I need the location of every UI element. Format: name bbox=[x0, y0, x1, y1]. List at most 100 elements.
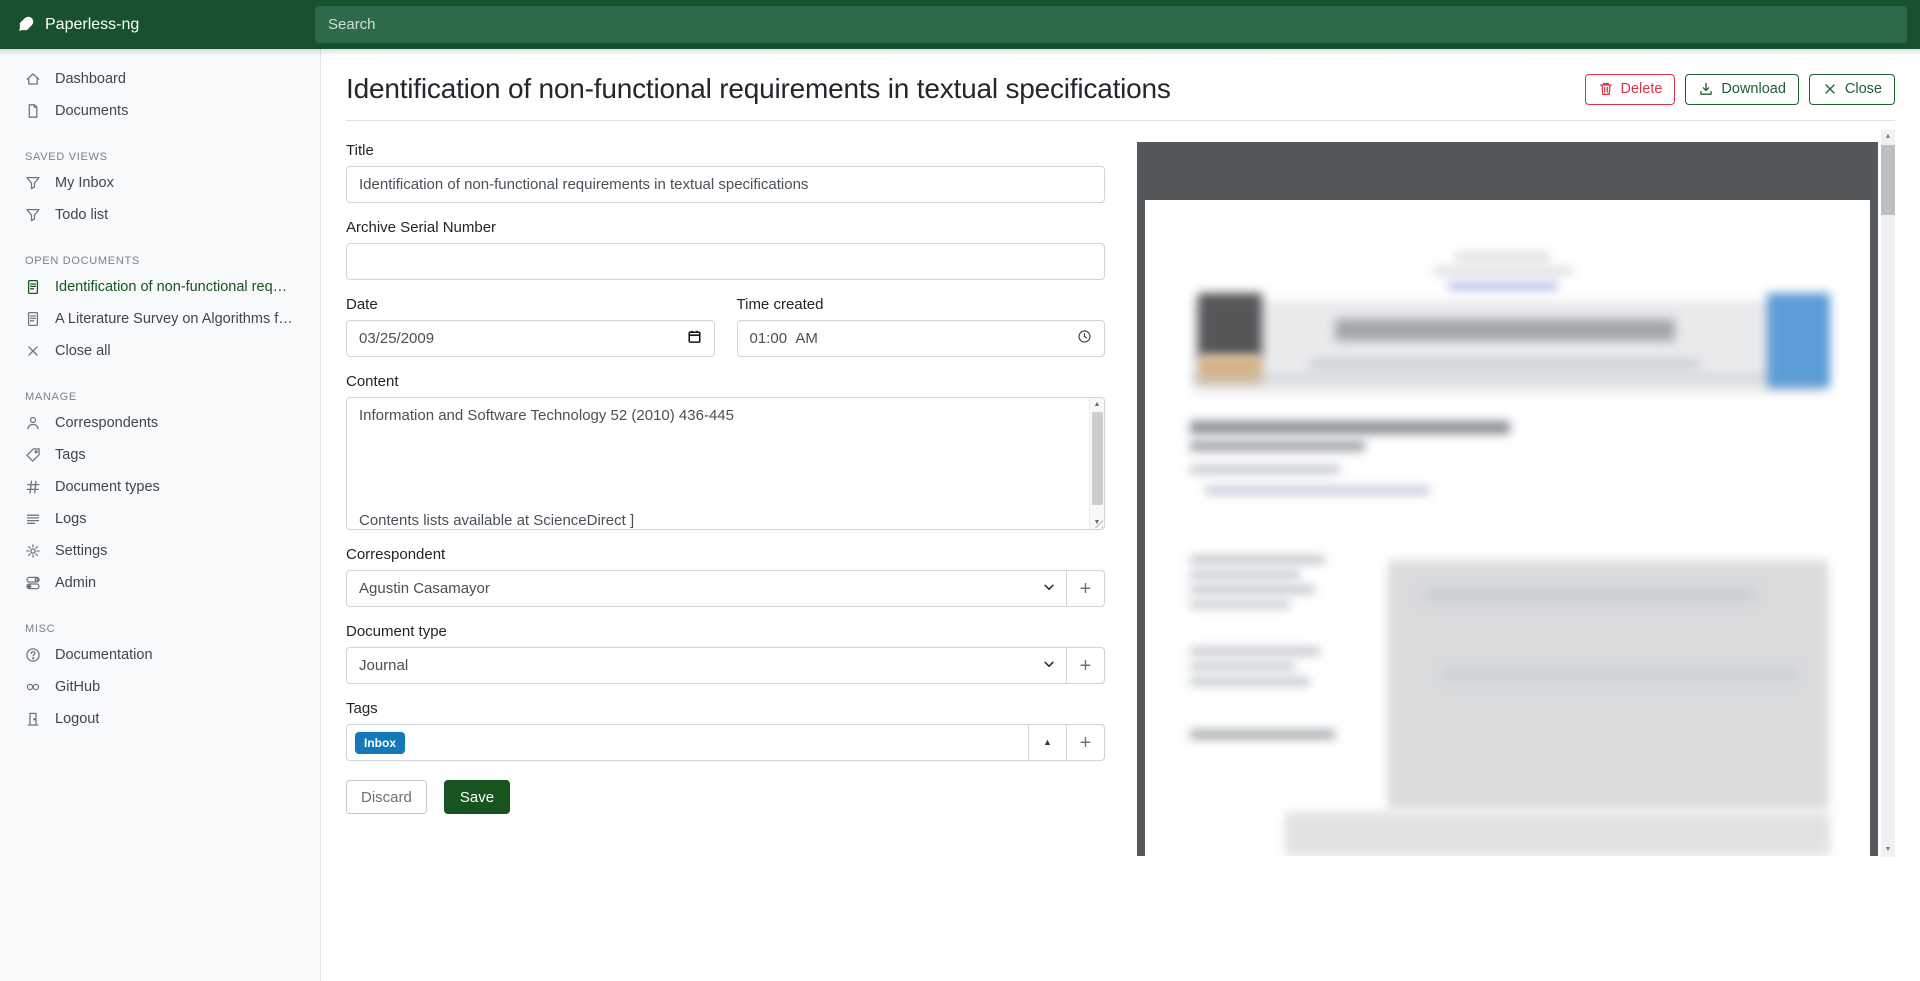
sidebar-item-label: Settings bbox=[55, 543, 107, 559]
add-correspondent-button[interactable]: + bbox=[1066, 570, 1105, 607]
section-title: MISC bbox=[25, 623, 295, 635]
document-preview: ▲ ▼ bbox=[1137, 142, 1895, 869]
sidebar-item-github[interactable]: GitHub bbox=[0, 671, 320, 703]
tags-collapse-button[interactable]: ▲ bbox=[1028, 724, 1067, 761]
scroll-up-icon[interactable]: ▲ bbox=[1885, 130, 1892, 144]
clock-icon[interactable] bbox=[1077, 329, 1092, 348]
correspondent-value: Agustin Casamayor bbox=[359, 580, 490, 597]
scroll-down-icon[interactable]: ▼ bbox=[1885, 843, 1892, 857]
sidebar-item-label: Close all bbox=[55, 343, 111, 359]
tags-label: Tags bbox=[346, 700, 1105, 717]
sidebar-item-label: My Inbox bbox=[55, 175, 114, 191]
blurred-journal-title bbox=[1335, 319, 1675, 341]
tags-input[interactable]: Inbox bbox=[346, 724, 1029, 761]
pdf-viewer-frame bbox=[1137, 142, 1878, 856]
date-input[interactable]: 03/25/2009 bbox=[346, 320, 715, 357]
sidebar-item-a-literature-survey-on-algorithms-for-mu[interactable]: A Literature Survey on Algorithms for Mu… bbox=[0, 303, 320, 335]
time-created-label: Time created bbox=[737, 296, 1106, 313]
date-label: Date bbox=[346, 296, 715, 313]
blurred-text bbox=[1190, 586, 1315, 593]
blurred-text bbox=[1190, 556, 1325, 563]
brand[interactable]: Paperless-ng bbox=[0, 16, 315, 34]
tag-icon bbox=[25, 447, 41, 463]
sidebar-item-label: Admin bbox=[55, 575, 96, 591]
button-label: Delete bbox=[1621, 81, 1663, 97]
link-icon bbox=[25, 679, 41, 695]
add-tag-button[interactable]: + bbox=[1066, 724, 1105, 761]
pdf-page bbox=[1145, 200, 1870, 856]
blurred-journal-logo bbox=[1767, 293, 1830, 388]
content-textarea[interactable]: Information and Software Technology 52 (… bbox=[346, 397, 1105, 530]
sidebar-item-logout[interactable]: Logout bbox=[0, 703, 320, 735]
download-button[interactable]: Download bbox=[1685, 74, 1799, 105]
plus-icon: + bbox=[1080, 579, 1092, 599]
sidebar-item-identification-of-non-functional-requirem[interactable]: Identification of non-functional require… bbox=[0, 271, 320, 303]
sidebar-item-dashboard[interactable]: Dashboard bbox=[0, 63, 320, 95]
content-scrollbar[interactable]: ▲ ▼ bbox=[1089, 398, 1104, 529]
gear-icon bbox=[25, 543, 41, 559]
content-label: Content bbox=[346, 373, 1105, 390]
main-content: Identification of non-functional require… bbox=[321, 49, 1920, 981]
calendar-icon[interactable] bbox=[687, 329, 702, 348]
delete-button[interactable]: Delete bbox=[1585, 74, 1676, 105]
sidebar-item-documents[interactable]: Documents bbox=[0, 95, 320, 127]
caret-up-icon: ▲ bbox=[1043, 738, 1052, 747]
plus-icon: + bbox=[1080, 656, 1092, 676]
correspondent-label: Correspondent bbox=[346, 546, 1105, 563]
sidebar-item-label: Documents bbox=[55, 103, 128, 119]
search-input[interactable] bbox=[315, 6, 1907, 43]
sidebar-item-label: Identification of non-functional require… bbox=[55, 279, 295, 295]
question-circle-icon bbox=[25, 647, 41, 663]
sidebar-item-documentation[interactable]: Documentation bbox=[0, 639, 320, 671]
asn-input[interactable] bbox=[346, 243, 1105, 280]
sidebar-item-admin[interactable]: Admin bbox=[0, 567, 320, 599]
sidebar-item-settings[interactable]: Settings bbox=[0, 535, 320, 567]
correspondent-select[interactable]: Agustin Casamayor bbox=[346, 570, 1067, 607]
sidebar-item-label: Correspondents bbox=[55, 415, 158, 431]
toggles-icon bbox=[25, 575, 41, 591]
page-title: Identification of non-functional require… bbox=[346, 73, 1171, 105]
sidebar-item-todo-list[interactable]: Todo list bbox=[0, 199, 320, 231]
sidebar-item-label: Document types bbox=[55, 479, 160, 495]
brand-name: Paperless-ng bbox=[45, 16, 139, 34]
sidebar-item-label: Documentation bbox=[55, 647, 153, 663]
file-text-icon bbox=[25, 311, 41, 327]
scroll-up-icon[interactable]: ▲ bbox=[1094, 398, 1101, 411]
person-icon bbox=[25, 415, 41, 431]
sidebar-item-correspondents[interactable]: Correspondents bbox=[0, 407, 320, 439]
tag-chip-inbox[interactable]: Inbox bbox=[355, 732, 405, 754]
header-buttons: Delete Download Close bbox=[1585, 74, 1896, 105]
home-icon bbox=[25, 71, 41, 87]
preview-scrollbar-thumb[interactable] bbox=[1881, 145, 1895, 215]
close-button[interactable]: Close bbox=[1809, 74, 1895, 105]
title-label: Title bbox=[346, 142, 1105, 159]
preview-scrollbar[interactable]: ▲ ▼ bbox=[1881, 130, 1895, 857]
content-scrollbar-thumb[interactable] bbox=[1092, 412, 1103, 505]
close-icon bbox=[25, 343, 41, 359]
document-edit-form: Title Archive Serial Number Date 03/25/2… bbox=[346, 142, 1105, 869]
sidebar-item-label: Tags bbox=[55, 447, 86, 463]
blurred-paragraph bbox=[1285, 812, 1830, 856]
discard-button[interactable]: Discard bbox=[346, 780, 427, 814]
add-document-type-button[interactable]: + bbox=[1066, 647, 1105, 684]
sidebar-item-tags[interactable]: Tags bbox=[0, 439, 320, 471]
blurred-text bbox=[1190, 648, 1320, 655]
blurred-text bbox=[1190, 466, 1340, 473]
time-created-input[interactable]: 01:00 AM bbox=[737, 320, 1106, 357]
blurred-text bbox=[1433, 268, 1573, 274]
document-type-select[interactable]: Journal bbox=[346, 647, 1067, 684]
blurred-link bbox=[1448, 283, 1558, 289]
download-icon bbox=[1698, 81, 1714, 97]
title-input[interactable] bbox=[346, 166, 1105, 203]
sidebar-item-close-all[interactable]: Close all bbox=[0, 335, 320, 367]
file-text-icon bbox=[25, 279, 41, 295]
funnel-icon bbox=[25, 207, 41, 223]
save-button[interactable]: Save bbox=[444, 780, 510, 814]
sidebar-item-label: A Literature Survey on Algorithms for Mu… bbox=[55, 311, 295, 327]
section-title: OPEN DOCUMENTS bbox=[25, 255, 295, 267]
blurred-publisher-logo bbox=[1198, 293, 1262, 357]
sidebar-item-my-inbox[interactable]: My Inbox bbox=[0, 167, 320, 199]
hash-icon bbox=[25, 479, 41, 495]
sidebar-item-document-types[interactable]: Document types bbox=[0, 471, 320, 503]
sidebar-item-logs[interactable]: Logs bbox=[0, 503, 320, 535]
